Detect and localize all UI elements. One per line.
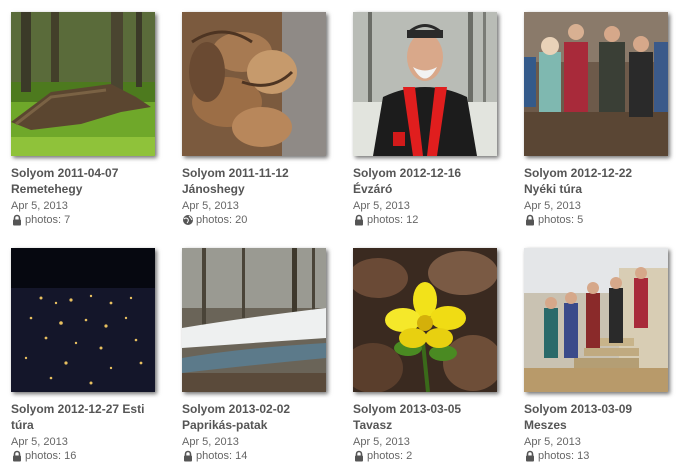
globe-icon <box>182 214 194 226</box>
album-photo-count: photos: 16 <box>25 450 77 462</box>
album-photo-count: photos: 14 <box>196 450 248 462</box>
album-title[interactable]: Solyom 2012-12-22 Nyéki túra <box>524 165 670 197</box>
album-photo-count: photos: 12 <box>367 214 419 226</box>
album-title[interactable]: Solyom 2012-12-27 Esti túra <box>11 401 157 433</box>
album-thumbnail[interactable] <box>524 12 668 156</box>
lock-icon <box>11 450 23 462</box>
album-card[interactable]: Solyom 2011-11-12 Jánoshegy Apr 5, 2013 … <box>182 12 328 227</box>
album-photo-count: photos: 2 <box>367 450 413 462</box>
album-thumbnail[interactable] <box>353 12 497 156</box>
album-title[interactable]: Solyom 2011-11-12 Jánoshegy <box>182 165 328 197</box>
album-card[interactable]: Solyom 2013-03-05 Tavasz Apr 5, 2013 pho… <box>353 248 499 463</box>
album-title[interactable]: Solyom 2013-03-09 Meszes <box>524 401 670 433</box>
album-photo-count-row: photos: 12 <box>353 213 499 227</box>
album-photo-count-row: photos: 16 <box>11 449 157 463</box>
album-card[interactable]: Solyom 2013-02-02 Paprikás-patak Apr 5, … <box>182 248 328 463</box>
album-card[interactable]: Solyom 2012-12-16 Évzáró Apr 5, 2013 pho… <box>353 12 499 227</box>
album-date: Apr 5, 2013 <box>11 200 68 212</box>
lock-icon <box>11 214 23 226</box>
album-thumbnail[interactable] <box>182 12 326 156</box>
album-thumbnail[interactable] <box>182 248 326 392</box>
album-date: Apr 5, 2013 <box>182 200 239 212</box>
album-photo-count-row: photos: 5 <box>524 213 670 227</box>
album-date: Apr 5, 2013 <box>353 200 410 212</box>
album-date: Apr 5, 2013 <box>182 436 239 448</box>
album-date: Apr 5, 2013 <box>11 436 68 448</box>
lock-icon <box>524 214 536 226</box>
lock-icon <box>353 214 365 226</box>
album-photo-count-row: photos: 13 <box>524 449 670 463</box>
album-card[interactable]: Solyom 2011-04-07 Remetehegy Apr 5, 2013… <box>11 12 157 227</box>
album-photo-count: photos: 20 <box>196 214 248 226</box>
album-grid: Solyom 2011-04-07 Remetehegy Apr 5, 2013… <box>0 0 679 472</box>
album-title[interactable]: Solyom 2012-12-16 Évzáró <box>353 165 499 197</box>
album-card[interactable]: Solyom 2013-03-09 Meszes Apr 5, 2013 pho… <box>524 248 670 463</box>
album-card[interactable]: Solyom 2012-12-27 Esti túra Apr 5, 2013 … <box>11 248 157 463</box>
album-title[interactable]: Solyom 2011-04-07 Remetehegy <box>11 165 157 197</box>
album-photo-count: photos: 7 <box>25 214 71 226</box>
album-photo-count: photos: 5 <box>538 214 584 226</box>
album-photo-count: photos: 13 <box>538 450 590 462</box>
album-date: Apr 5, 2013 <box>524 436 581 448</box>
album-thumbnail[interactable] <box>353 248 497 392</box>
album-date: Apr 5, 2013 <box>353 436 410 448</box>
album-photo-count-row: photos: 14 <box>182 449 328 463</box>
album-card[interactable]: Solyom 2012-12-22 Nyéki túra Apr 5, 2013… <box>524 12 670 227</box>
album-photo-count-row: photos: 20 <box>182 213 328 227</box>
lock-icon <box>524 450 536 462</box>
album-thumbnail[interactable] <box>11 248 155 392</box>
album-title[interactable]: Solyom 2013-03-05 Tavasz <box>353 401 499 433</box>
album-thumbnail[interactable] <box>11 12 155 156</box>
album-photo-count-row: photos: 7 <box>11 213 157 227</box>
album-thumbnail[interactable] <box>524 248 668 392</box>
album-title[interactable]: Solyom 2013-02-02 Paprikás-patak <box>182 401 328 433</box>
lock-icon <box>182 450 194 462</box>
album-photo-count-row: photos: 2 <box>353 449 499 463</box>
lock-icon <box>353 450 365 462</box>
album-date: Apr 5, 2013 <box>524 200 581 212</box>
